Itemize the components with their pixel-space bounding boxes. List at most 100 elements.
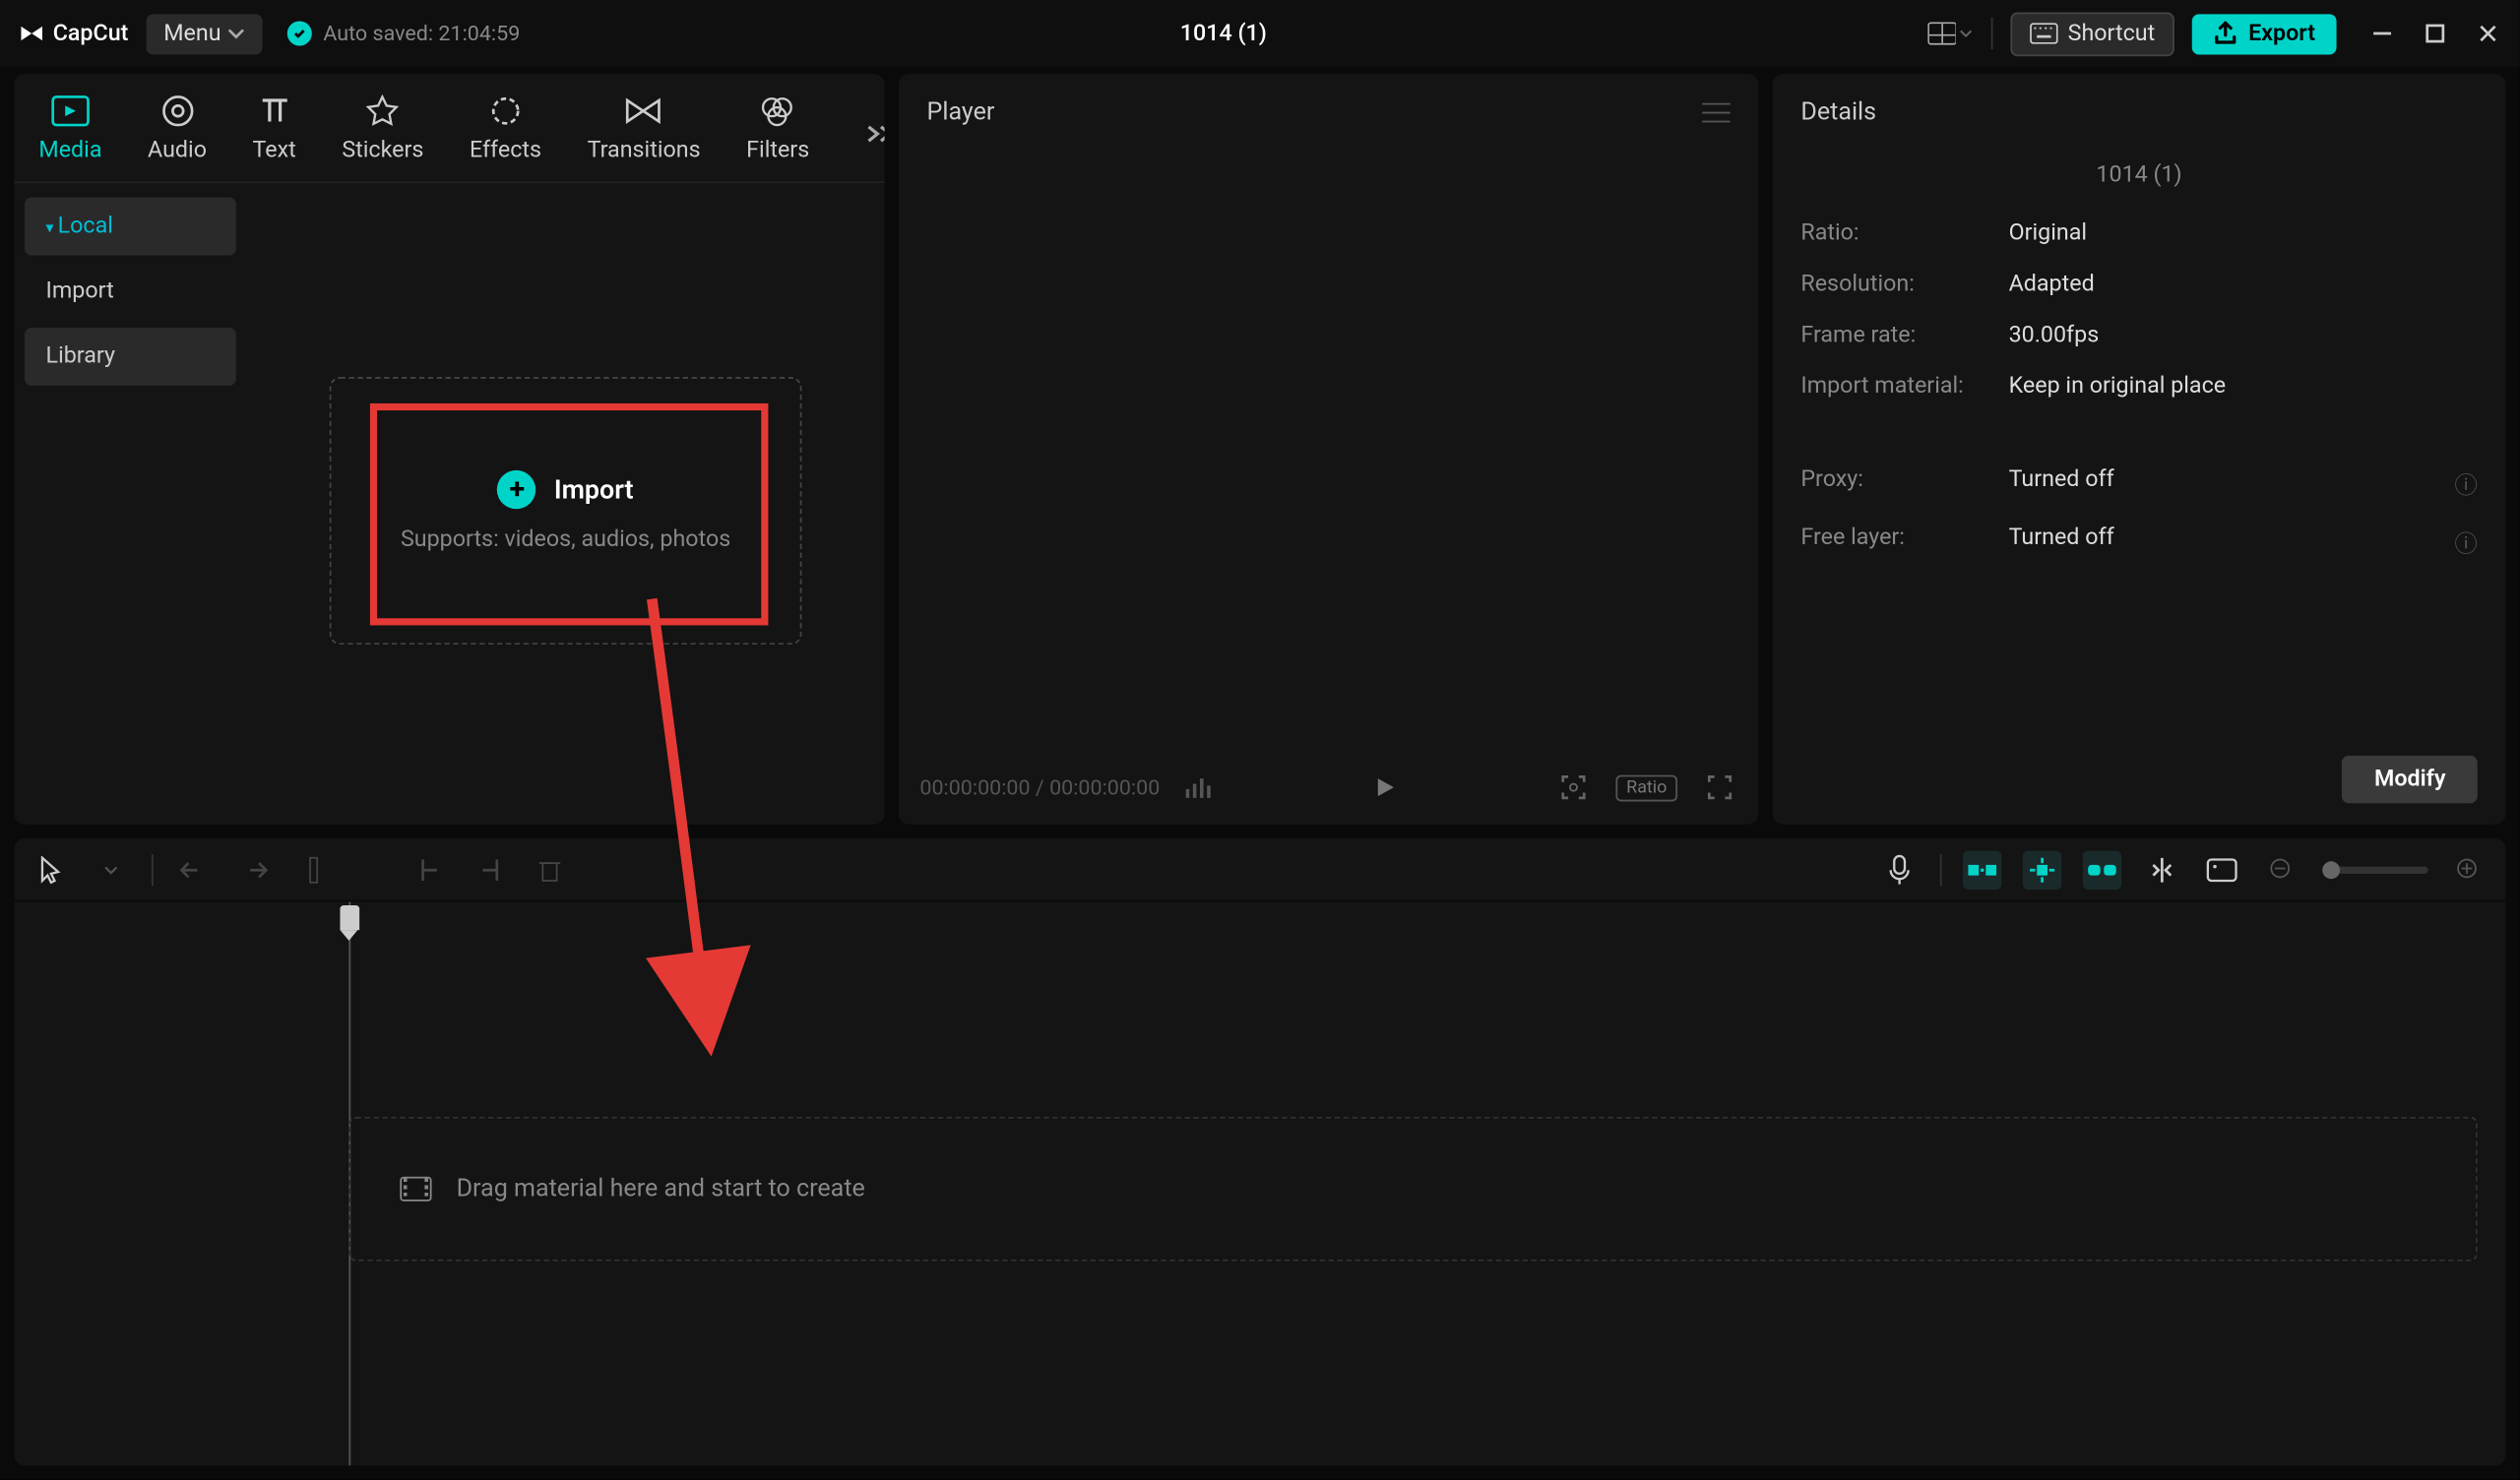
layout-icon [1926, 21, 1956, 45]
tab-stickers[interactable]: Stickers [339, 85, 427, 181]
capcut-logo-icon [18, 20, 46, 48]
trim-left-button[interactable] [410, 850, 449, 889]
timeline-panel: Drag material here and start to create [14, 838, 2505, 1465]
modify-button[interactable]: Modify [2343, 756, 2478, 803]
effects-icon [486, 92, 525, 130]
magnet-icon [1967, 859, 1998, 880]
annotation-highlight [370, 403, 769, 626]
mic-icon [1887, 853, 1912, 885]
info-icon[interactable]: ⓘ [2454, 524, 2477, 558]
preview-button[interactable] [2203, 850, 2241, 889]
import-dropzone[interactable]: + Import Supports: videos, audios, photo… [330, 377, 802, 645]
zoom-out-icon [2270, 857, 2295, 882]
export-button[interactable]: Export [2192, 13, 2337, 53]
text-icon [255, 92, 293, 130]
tab-filters[interactable]: Filters [743, 85, 813, 181]
detail-row-proxy: Proxy: Turned off ⓘ [1800, 466, 2477, 500]
tab-media[interactable]: Media [35, 85, 105, 181]
pointer-dropdown[interactable] [92, 850, 130, 889]
zoom-in-button[interactable] [2449, 850, 2488, 889]
app-logo: CapCut [18, 20, 129, 48]
align-button[interactable] [2143, 850, 2181, 889]
tab-text[interactable]: Text [249, 85, 299, 181]
fullscreen-icon [1706, 773, 1734, 802]
undo-button[interactable] [174, 850, 213, 889]
tab-audio[interactable]: Audio [144, 85, 210, 181]
timeline-hint: Drag material here and start to create [457, 1175, 865, 1203]
focus-button[interactable] [1556, 770, 1592, 805]
layout-button[interactable] [1926, 14, 1973, 52]
preview-icon [2206, 857, 2237, 882]
link-button[interactable] [2083, 850, 2121, 889]
divider [1990, 18, 1992, 49]
detail-row-framerate: Frame rate: 30.00fps [1800, 323, 2477, 349]
volume-bars-icon[interactable] [1184, 775, 1213, 800]
fullscreen-button[interactable] [1702, 770, 1737, 805]
chevron-down-icon [228, 25, 246, 42]
zoom-in-icon [2456, 857, 2481, 882]
zoom-out-button[interactable] [2262, 850, 2300, 889]
media-content: + Import Supports: videos, audios, photo… [247, 183, 885, 825]
player-title: Player [927, 98, 995, 127]
chevron-down-icon [104, 862, 118, 876]
timeline-body[interactable]: Drag material here and start to create [14, 901, 2505, 1465]
tab-transitions[interactable]: Transitions [584, 85, 704, 181]
play-button[interactable] [1366, 770, 1402, 805]
details-project-name: 1014 (1) [1800, 162, 2477, 196]
player-controls: 00:00:00:00 / 00:00:00:00 Ratio [899, 751, 1759, 825]
minimize-icon [2371, 23, 2392, 43]
more-tabs-button[interactable] [851, 108, 884, 157]
snap-icon [2028, 855, 2056, 884]
chevron-down-icon [1960, 27, 1973, 40]
close-button[interactable] [2474, 20, 2502, 48]
tab-effects[interactable]: Effects [466, 85, 544, 181]
sidebar-item-library[interactable]: Library [25, 328, 236, 386]
trim-right-button[interactable] [471, 850, 509, 889]
split-button[interactable] [294, 850, 333, 889]
details-title: Details [1800, 98, 1876, 127]
player-panel: Player 00:00:00:00 / 00:00:00:00 Ratio [899, 74, 1759, 825]
minimize-button[interactable] [2368, 20, 2397, 48]
playhead-handle[interactable] [340, 905, 359, 930]
player-menu-button[interactable] [1702, 102, 1731, 123]
separator [152, 853, 154, 885]
titlebar: CapCut Menu Auto saved: 21:04:59 1014 (1… [0, 0, 2520, 67]
detail-row-ratio: Ratio: Original [1800, 220, 2477, 247]
autosave-status: Auto saved: 21:04:59 [288, 21, 521, 45]
time-display: 00:00:00:00 / 00:00:00:00 [919, 775, 1160, 800]
info-icon[interactable]: ⓘ [2454, 466, 2477, 500]
sidebar-item-local[interactable]: Local [25, 197, 236, 255]
maximize-button[interactable] [2421, 20, 2449, 48]
player-canvas[interactable] [899, 152, 1759, 751]
menu-button[interactable]: Menu [146, 13, 263, 53]
media-sidebar: Local Import Library [14, 183, 246, 825]
auto-snap-button[interactable] [2023, 850, 2061, 889]
film-icon [400, 1177, 431, 1202]
pointer-icon [38, 855, 63, 884]
undo-icon [180, 857, 209, 882]
media-panel: Media Audio Text Stickers Effects [14, 74, 884, 825]
ratio-button[interactable]: Ratio [1615, 774, 1677, 801]
delete-button[interactable] [531, 850, 569, 889]
audio-icon [158, 92, 196, 130]
export-icon [2213, 21, 2237, 45]
redo-button[interactable] [234, 850, 273, 889]
mic-button[interactable] [1880, 850, 1919, 889]
chevron-double-right-icon [866, 122, 885, 143]
check-icon [288, 21, 313, 45]
magnet-main-button[interactable] [1963, 850, 2001, 889]
maximize-icon [2425, 23, 2445, 43]
pointer-tool[interactable] [32, 850, 70, 889]
trim-right-icon [477, 855, 502, 884]
shortcut-button[interactable]: Shortcut [2010, 12, 2174, 56]
app-name: CapCut [53, 21, 129, 47]
details-panel: Details 1014 (1) Ratio: Original Resolut… [1773, 74, 2506, 825]
zoom-slider[interactable] [2322, 866, 2427, 873]
separator [1940, 853, 1942, 885]
zoom-slider-handle[interactable] [2322, 860, 2340, 878]
detail-row-import-material: Import material: Keep in original place [1800, 373, 2477, 400]
trim-left-icon [417, 855, 442, 884]
menu-icon [1702, 102, 1731, 123]
timeline-dropzone[interactable]: Drag material here and start to create [348, 1117, 2477, 1262]
sidebar-item-import[interactable]: Import [25, 263, 236, 321]
